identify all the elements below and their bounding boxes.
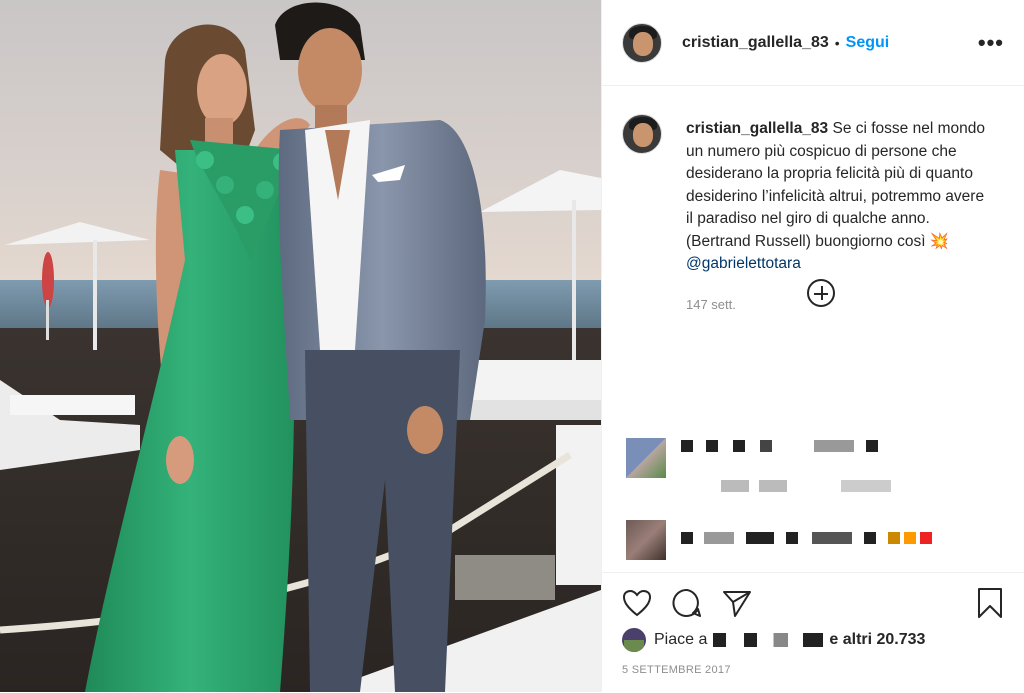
separator-dot: • [834,34,840,51]
redacted-block [812,532,852,544]
post-image [0,0,601,692]
heart-icon[interactable] [622,589,652,617]
post-photo[interactable] [0,0,601,692]
caption-username[interactable]: cristian_gallella_83 [686,120,828,137]
redacted-block [721,480,749,492]
author-username[interactable]: cristian_gallella_83 [682,34,829,52]
comment-avatar[interactable] [626,520,666,560]
post-sidebar: cristian_gallella_83 • Segui ••• cristia… [601,0,1024,692]
post-header: cristian_gallella_83 • Segui ••• [602,0,1024,86]
redacted-block [681,532,693,544]
author-avatar[interactable] [622,22,662,63]
liker-avatar[interactable] [622,628,646,652]
likes-count[interactable]: e altri 20.733 [829,631,925,649]
redacted-block [681,440,693,452]
redacted-block [904,532,916,544]
likes-summary: Piace a e altri 20.733 [622,628,925,652]
redacted-block [920,532,932,544]
caption-mention[interactable]: @gabrielettotara [686,253,986,276]
follow-button[interactable]: Segui [846,34,890,52]
redacted-block [814,440,854,452]
plus-circle-icon[interactable] [807,279,835,307]
caption-time[interactable]: 147 sett. [686,294,986,317]
comment-icon[interactable] [672,588,702,618]
liker-redacted[interactable] [713,633,824,647]
caption-body: cristian_gallella_83 Se ci fosse nel mon… [686,118,986,316]
bookmark-icon[interactable] [976,587,1004,619]
redacted-block [733,440,745,452]
redacted-block [786,532,798,544]
post-date[interactable]: 5 SETTEMBRE 2017 [622,664,731,676]
redacted-block [888,532,900,544]
caption-avatar[interactable] [622,114,662,154]
redacted-block [760,440,772,452]
redacted-block [864,532,876,544]
redacted-block [759,480,787,492]
caption-text: Se ci fosse nel mondo un numero più cosp… [686,120,985,250]
redacted-block [746,532,774,544]
paper-plane-icon[interactable] [722,588,752,618]
comment-avatar[interactable] [626,438,666,478]
more-options-icon[interactable]: ••• [978,31,1004,54]
redacted-block [704,532,734,544]
likes-prefix: Piace a [654,631,708,648]
redacted-block [706,440,718,452]
redacted-block [866,440,878,452]
redacted-block [841,480,891,492]
